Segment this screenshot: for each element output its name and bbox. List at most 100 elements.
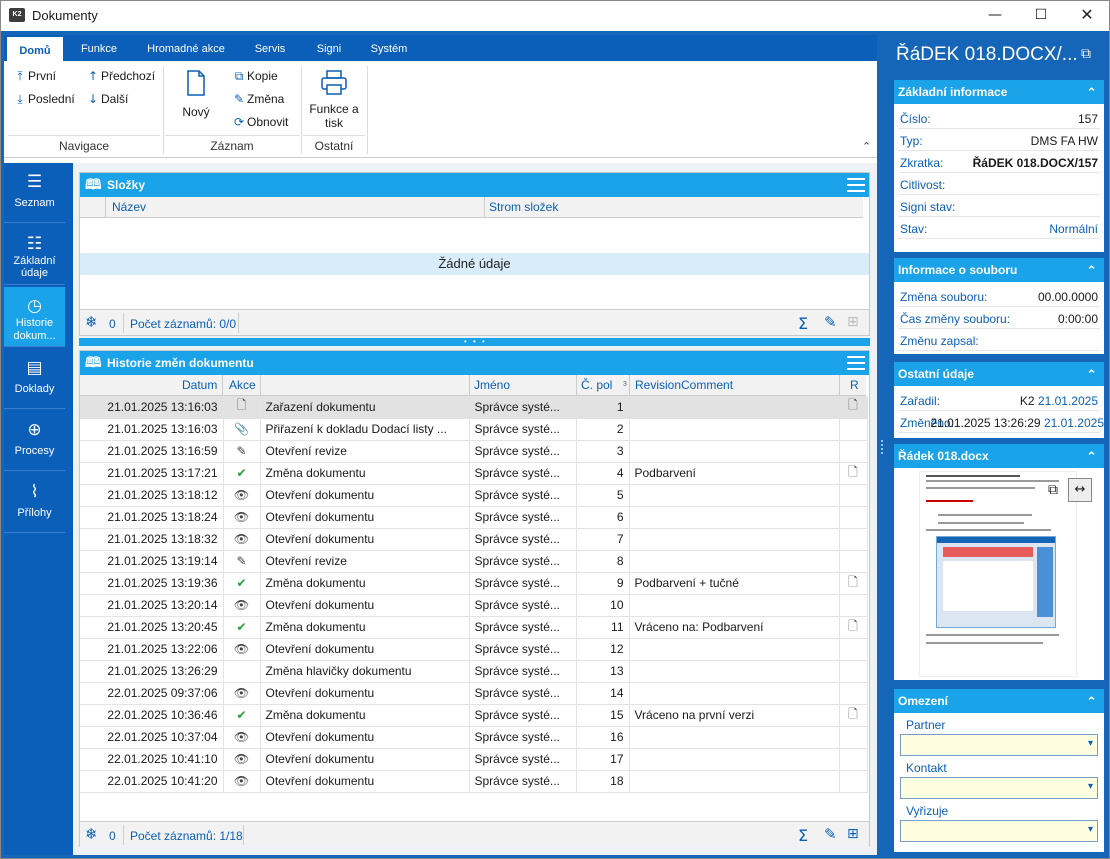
close-icon[interactable]: ✕ (1064, 0, 1110, 30)
revision-document-icon[interactable]: 🗋 (848, 707, 858, 721)
change-button[interactable]: ✎ Změna (231, 92, 284, 106)
minimize-icon[interactable]: — (972, 0, 1018, 30)
tab-domu[interactable]: Domů (7, 35, 63, 61)
refresh-icon: ⟳ (233, 115, 245, 129)
info-label: Změna souboru: (900, 290, 988, 304)
document-preview-thumbnail[interactable] (919, 471, 1077, 677)
cell-description: Otevření dokumentu (260, 528, 470, 551)
dropdown-icon[interactable]: ▾ (1088, 824, 1093, 835)
table-row[interactable]: 22.01.2025 10:37:04 👁 Otevření dokumentu Sp… (80, 726, 868, 749)
chevron-up-icon[interactable]: ⌃ (1086, 691, 1097, 715)
next-button[interactable]: ↓ Další (85, 92, 128, 106)
tab-system[interactable]: Systém (360, 35, 418, 61)
sum-icon[interactable]: Σ (798, 314, 808, 333)
table-row[interactable]: 21.01.2025 13:19:14 ✎ Otevření revize Správ… (80, 550, 868, 573)
limits-header[interactable]: Omezení ⌃ (894, 689, 1104, 713)
table-row[interactable]: 21.01.2025 13:22:06 👁 Otevření dokumentu Sp… (80, 638, 868, 661)
file-info-header[interactable]: Informace o souboru ⌃ (894, 258, 1104, 282)
chevron-up-icon[interactable]: ⌃ (1086, 446, 1097, 470)
revision-document-icon[interactable]: 🗋 (848, 619, 858, 633)
nav-zakladni-udaje[interactable]: ☷ Základní údaje (4, 225, 65, 285)
table-row[interactable]: 21.01.2025 13:19:36 ✔ Změna dokumentu Správ… (80, 572, 868, 595)
col-datum[interactable]: Datum (182, 378, 217, 392)
info-label: Číslo: (900, 112, 931, 126)
open-external-icon[interactable]: ⧉ (1048, 482, 1058, 498)
new-record-icon[interactable]: ⊞ (847, 314, 859, 330)
chevron-up-icon[interactable]: ⌃ (1086, 260, 1097, 284)
table-row[interactable]: 21.01.2025 13:20:45 ✔ Změna dokumentu Správ… (80, 616, 868, 639)
last-button[interactable]: ⤓ Poslední (12, 92, 74, 107)
menu-icon[interactable] (847, 178, 865, 192)
table-row[interactable]: 22.01.2025 10:41:20 👁 Otevření dokumentu Sp… (80, 770, 868, 793)
col-strom-slozek[interactable]: Strom složek (489, 200, 558, 214)
table-row[interactable]: 21.01.2025 13:26:29 Změna hlavičky dokume… (80, 660, 868, 683)
nav-doklady[interactable]: ▤ Doklady (4, 349, 65, 409)
cell-date: 21.01.2025 13:26:29 (80, 660, 224, 683)
tab-hromadne-akce[interactable]: Hromadné akce (136, 35, 236, 61)
tab-funkce[interactable]: Funkce (70, 35, 128, 61)
refresh-button[interactable]: ⟳ Obnovit (231, 115, 288, 129)
snowflake-icon[interactable]: ❄ (85, 825, 98, 843)
info-row: Stav: Normální (898, 217, 1100, 239)
contact-select[interactable]: ▾ (900, 777, 1098, 799)
nav-historie[interactable]: ◷ Historie dokum... (4, 287, 65, 347)
new-button[interactable]: Nový (178, 70, 214, 119)
chevron-up-icon[interactable]: ⌃ (1086, 82, 1097, 106)
maximize-icon[interactable]: ☐ (1018, 0, 1064, 30)
new-record-icon[interactable]: ⊞ (847, 826, 859, 842)
basic-info-header[interactable]: Základní informace ⌃ (894, 80, 1104, 104)
revision-document-icon[interactable]: 🗋 (848, 575, 858, 589)
splitter-dots-icon[interactable]: • • • (464, 337, 487, 346)
tab-signi[interactable]: Signi (304, 35, 354, 61)
filed-date-link[interactable]: 21.01.2025 (1038, 394, 1098, 408)
table-row[interactable]: 22.01.2025 10:41:10 👁 Otevření dokumentu Sp… (80, 748, 868, 771)
tab-servis[interactable]: Servis (244, 35, 296, 61)
revision-document-icon[interactable]: 🗋 (848, 398, 858, 412)
table-row[interactable]: 22.01.2025 10:36:46 ✔ Změna dokumentu Správ… (80, 704, 868, 727)
cell-action: 📎 (223, 418, 261, 441)
nav-procesy[interactable]: ⊕ Procesy (4, 411, 65, 471)
other-info-header[interactable]: Ostatní údaje ⌃ (894, 362, 1104, 386)
table-row[interactable]: 21.01.2025 13:17:21 ✔ Změna dokumentu Správ… (80, 462, 868, 485)
col-akce[interactable]: Akce (229, 378, 256, 392)
dropdown-icon[interactable]: ▾ (1088, 738, 1093, 749)
preview-header[interactable]: Řádek 018.docx ⌃ (894, 444, 1104, 468)
col-nazev[interactable]: Název (112, 200, 146, 214)
snowflake-icon[interactable]: ❄ (85, 313, 98, 331)
col-jmeno[interactable]: Jméno (474, 378, 510, 392)
table-row[interactable]: 21.01.2025 13:18:32 👁 Otevření dokumentu Sp… (80, 528, 868, 551)
table-row[interactable]: 21.01.2025 13:16:03 📎 Přiřazení k dokladu … (80, 418, 868, 441)
nav-prilohy[interactable]: ⌇ Přílohy (4, 473, 65, 533)
previous-button[interactable]: ↑ Předchozí (85, 69, 155, 83)
handler-select[interactable]: ▾ (900, 820, 1098, 842)
fit-width-icon[interactable]: ↔ (1068, 478, 1092, 502)
table-row[interactable]: 22.01.2025 09:37:06 👁 Otevření dokumentu Sp… (80, 682, 868, 705)
open-external-icon[interactable]: ⧉ (1081, 46, 1091, 62)
edit-icon[interactable]: ✎ (824, 313, 837, 331)
list-icon: ☷ (26, 234, 43, 254)
col-r[interactable]: R (850, 378, 859, 392)
table-row[interactable]: 21.01.2025 13:18:12 👁 Otevření dokumentu Sp… (80, 484, 868, 507)
sum-icon[interactable]: Σ (798, 826, 808, 845)
splitter-grip-icon[interactable] (881, 440, 885, 454)
revision-document-icon[interactable]: 🗋 (848, 465, 858, 479)
nav-seznam[interactable]: ☰ Seznam (4, 163, 65, 223)
menu-icon[interactable] (847, 356, 865, 370)
first-button[interactable]: ⤒ První (12, 69, 56, 84)
table-row[interactable]: 21.01.2025 13:16:03 🗋 Zařazení dokumentu Sp… (80, 396, 868, 419)
partner-select[interactable]: ▾ (900, 734, 1098, 756)
changed-date-link[interactable]: 21.01.2025 (1044, 416, 1104, 430)
table-row[interactable]: 21.01.2025 13:20:14 👁 Otevření dokumentu Sp… (80, 594, 868, 617)
copy-button[interactable]: ⧉ Kopie (231, 69, 278, 84)
edit-icon[interactable]: ✎ (824, 825, 837, 843)
dropdown-icon[interactable]: ▾ (1088, 781, 1093, 792)
table-row[interactable]: 21.01.2025 13:16:59 ✎ Otevření revize Správ… (80, 440, 868, 463)
col-revision-comment[interactable]: RevisionComment (635, 378, 733, 392)
table-row[interactable]: 21.01.2025 13:18:24 👁 Otevření dokumentu Sp… (80, 506, 868, 529)
col-cislo-polozky[interactable]: Č. pol (581, 378, 612, 392)
cell-comment (629, 638, 840, 661)
chevron-up-icon[interactable]: ⌃ (1086, 364, 1097, 388)
ribbon-collapse-icon[interactable]: ⌃ (862, 140, 871, 153)
functions-print-button[interactable]: Funkce a tisk (305, 70, 363, 130)
cell-r (839, 638, 868, 661)
